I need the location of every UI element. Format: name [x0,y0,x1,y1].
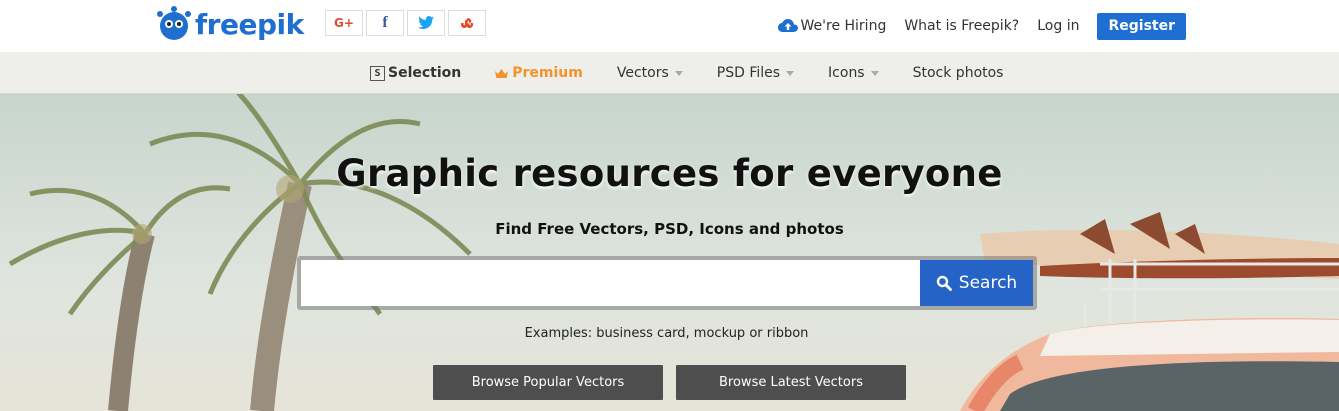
nav-premium[interactable]: Premium [495,65,583,81]
freepik-logo[interactable]: freepik [155,4,304,44]
hiring-link[interactable]: We're Hiring [777,18,887,34]
nav-selection-label: Selection [388,65,462,81]
browse-latest-vectors-button[interactable]: Browse Latest Vectors [676,365,906,400]
cloud-upload-icon [777,19,798,32]
search-input[interactable] [301,260,920,306]
brand-name: freepik [195,7,304,41]
nav-vectors[interactable]: Vectors [617,65,683,81]
search-icon [936,275,952,291]
social-buttons: G+ f [325,10,489,36]
nav-icons[interactable]: Icons [828,65,879,81]
hero-background-image [0,94,1339,411]
what-is-freepik-link[interactable]: What is Freepik? [904,18,1019,34]
google-plus-button[interactable]: G+ [325,10,363,36]
hiring-label: We're Hiring [800,18,887,34]
search-button-label: Search [958,273,1018,293]
top-bar: freepik G+ f We're Hiring What is Freepi… [0,0,1339,52]
crown-icon [495,68,509,78]
stumbleupon-icon [461,18,473,28]
register-button[interactable]: Register [1097,12,1186,40]
browse-popular-vectors-button[interactable]: Browse Popular Vectors [433,365,663,400]
freepik-mascot-icon [155,5,193,43]
facebook-icon: f [382,14,388,31]
hero-banner: Graphic resources for everyone Find Free… [0,94,1339,411]
stumbleupon-button[interactable] [448,10,486,36]
nav-psd-files[interactable]: PSD Files [716,65,795,81]
chevron-down-icon [786,70,795,76]
chevron-down-icon [674,70,683,76]
category-nav: S Selection Premium Vectors PSD Files Ic… [0,52,1339,94]
chevron-down-icon [870,70,879,76]
twitter-icon [418,16,434,29]
hero-subtitle: Find Free Vectors, PSD, Icons and photos [495,220,844,238]
nav-selection[interactable]: S Selection [370,65,461,81]
nav-psd-label: PSD Files [716,65,781,81]
nav-premium-label: Premium [512,65,583,81]
nav-stock-photos[interactable]: Stock photos [913,65,1004,81]
search-button[interactable]: Search [920,260,1033,306]
nav-items: S Selection Premium Vectors PSD Files Ic… [370,52,1037,94]
nav-icons-label: Icons [828,65,865,81]
twitter-button[interactable] [407,10,445,36]
google-plus-icon: G+ [334,16,354,30]
login-link[interactable]: Log in [1037,18,1079,34]
facebook-button[interactable]: f [366,10,404,36]
selection-icon: S [370,65,385,81]
search-examples: Examples: business card, mockup or ribbo… [524,326,809,341]
hero-title: Graphic resources for everyone [336,152,1003,195]
header-links: We're Hiring What is Freepik? Log in Reg… [760,12,1186,40]
nav-stock-label: Stock photos [912,65,1004,81]
nav-vectors-label: Vectors [616,65,669,81]
search-bar: Search [297,256,1037,310]
